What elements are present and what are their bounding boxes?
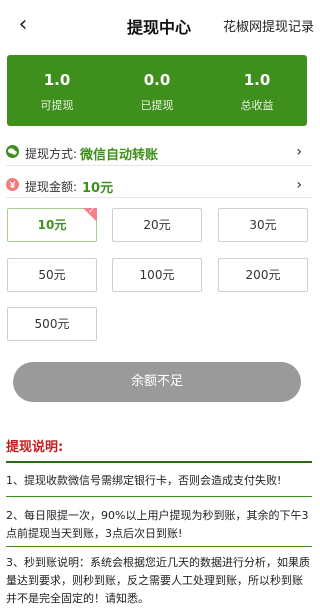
withdraw-method-row[interactable]: 提现方式: 微信自动转账 ›	[0, 141, 318, 165]
amount-option-label: 30元	[249, 218, 277, 232]
divider	[6, 496, 312, 497]
instruction-item-3: 3、秒到账说明：系统会根据您近几天的数据进行分析，如果质量达到要求，则秒到账，反…	[6, 556, 310, 605]
amount-option-label: 10元	[37, 218, 67, 232]
withdraw-record-link[interactable]: 花椒网提现记录	[223, 16, 314, 35]
divider	[6, 165, 312, 166]
instruction-item-1: 1、提现收款微信号需绑定银行卡，否则会造成支付失败!	[6, 474, 282, 487]
withdraw-amount-value: 10元	[82, 181, 114, 196]
submit-withdraw-button[interactable]: 余额不足	[13, 362, 301, 402]
amount-option-label: 20元	[143, 218, 171, 232]
total-income-value: 1.0	[243, 70, 271, 89]
withdrawn-label: 已提现	[140, 98, 174, 112]
available-summary: 1.0 可提现	[12, 69, 102, 113]
total-income-label: 总收益	[240, 98, 274, 112]
wechat-icon	[6, 145, 19, 158]
header: ‹ 提现中心 花椒网提现记录	[0, 0, 318, 50]
amount-option-label: 100元	[139, 268, 175, 282]
amount-option-label: 200元	[245, 268, 281, 282]
withdrawn-summary: 0.0 已提现	[112, 69, 202, 113]
amount-option-label: 500元	[34, 317, 70, 331]
withdraw-method-value: 微信自动转账	[80, 148, 159, 163]
yuan-icon	[6, 178, 19, 191]
amount-option-500[interactable]: 500元	[7, 307, 97, 341]
total-income-summary: 1.0 总收益	[212, 69, 302, 113]
amount-option-20[interactable]: 20元	[112, 208, 202, 242]
amount-option-30[interactable]: 30元	[218, 208, 308, 242]
withdraw-method-label: 提现方式:	[25, 147, 78, 161]
amount-option-label: 50元	[38, 268, 66, 282]
amount-option-50[interactable]: 50元	[7, 258, 97, 292]
amount-option-200[interactable]: 200元	[218, 258, 308, 292]
chevron-right-icon: ›	[296, 177, 302, 193]
divider	[6, 546, 312, 547]
balance-summary: 1.0 可提现 0.0 已提现 1.0 总收益	[7, 55, 307, 126]
withdrawn-value: 0.0	[143, 70, 171, 89]
available-label: 可提现	[40, 98, 74, 112]
chevron-right-icon: ›	[296, 144, 302, 160]
withdraw-amount-row[interactable]: 提现金额: 10元 ›	[0, 174, 318, 198]
divider	[6, 197, 312, 198]
withdraw-amount-label: 提现金额:	[25, 180, 78, 194]
amount-option-100[interactable]: 100元	[112, 258, 202, 292]
amount-option-10[interactable]: 10元 ✓	[7, 206, 97, 242]
instructions-title: 提现说明:	[6, 440, 64, 455]
available-value: 1.0	[43, 70, 71, 89]
divider	[6, 461, 312, 463]
instruction-item-2: 2、每日限提一次，90%以上用户提现为秒到账，其余的下午3点前提现当天到账，3点…	[6, 509, 309, 540]
check-icon: ✓	[88, 206, 95, 215]
